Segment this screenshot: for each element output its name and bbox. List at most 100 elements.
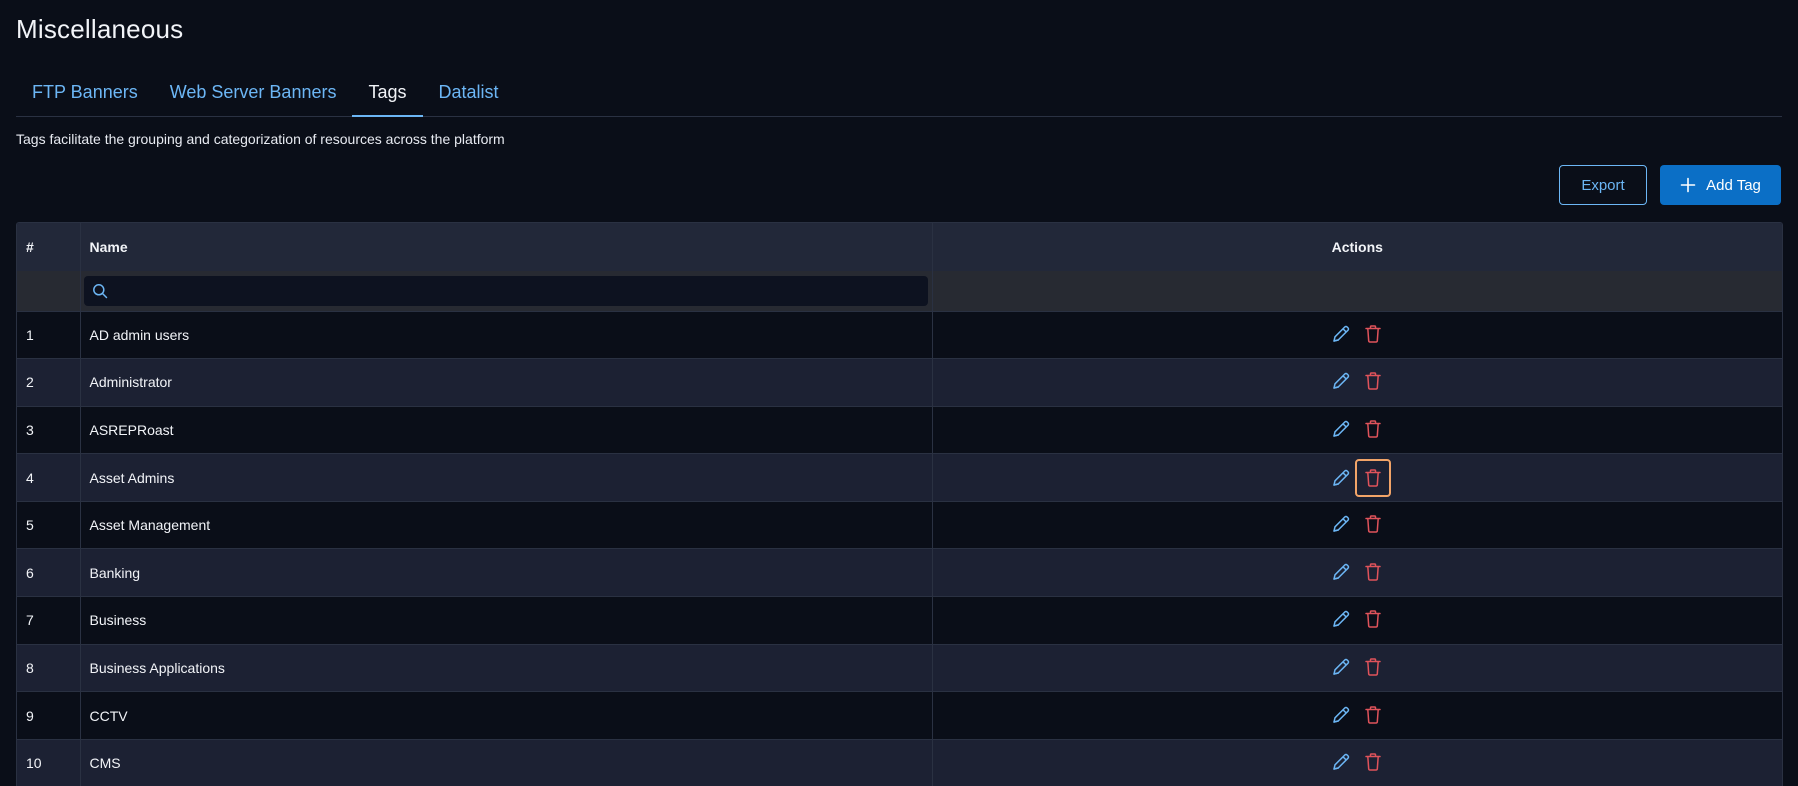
name-search-input[interactable] bbox=[107, 274, 928, 307]
page: Miscellaneous FTP Banners Web Server Ban… bbox=[0, 0, 1798, 786]
row-actions bbox=[932, 596, 1782, 645]
row-number: 9 bbox=[17, 691, 81, 740]
edit-tag-button[interactable] bbox=[1330, 370, 1352, 392]
pencil-icon bbox=[1333, 706, 1350, 723]
row-actions bbox=[932, 548, 1782, 597]
delete-tag-button[interactable] bbox=[1362, 656, 1384, 678]
trash-icon bbox=[1365, 420, 1381, 438]
column-header-number: # bbox=[17, 223, 81, 271]
table-row[interactable]: 6 Banking bbox=[17, 548, 1782, 597]
table-header-row: # Name Actions bbox=[17, 223, 1782, 271]
plus-icon bbox=[1680, 177, 1696, 193]
row-name: Business Applications bbox=[80, 643, 933, 692]
row-number: 5 bbox=[17, 500, 81, 549]
column-header-actions: Actions bbox=[1331, 239, 1383, 255]
delete-tag-button[interactable] bbox=[1362, 370, 1384, 392]
trash-icon bbox=[1365, 753, 1381, 772]
delete-tag-button[interactable] bbox=[1362, 751, 1384, 773]
table-row[interactable]: 1 AD admin users bbox=[17, 310, 1782, 359]
export-button-label: Export bbox=[1581, 176, 1625, 194]
row-actions-group bbox=[1330, 323, 1384, 345]
edit-tag-button[interactable] bbox=[1330, 751, 1352, 773]
delete-tag-button[interactable] bbox=[1362, 513, 1384, 535]
row-actions bbox=[932, 738, 1782, 786]
table-row[interactable]: 8 Business Applications bbox=[17, 643, 1782, 692]
filter-cell-number bbox=[17, 271, 81, 311]
column-header-name[interactable]: Name bbox=[80, 223, 933, 271]
table-filter-row bbox=[17, 271, 1782, 311]
row-number: 3 bbox=[17, 405, 81, 454]
trash-icon bbox=[1365, 325, 1381, 343]
pencil-icon bbox=[1333, 611, 1350, 628]
page-description: Tags facilitate the grouping and categor… bbox=[16, 131, 505, 147]
table-row[interactable]: 10 CMS bbox=[17, 738, 1782, 786]
trash-icon bbox=[1365, 658, 1381, 676]
add-tag-button[interactable]: Add Tag bbox=[1660, 165, 1781, 205]
row-number: 8 bbox=[17, 643, 81, 692]
edit-tag-button[interactable] bbox=[1330, 704, 1352, 726]
row-name: Administrator bbox=[80, 358, 933, 407]
row-name: Banking bbox=[80, 548, 933, 597]
row-name: Business bbox=[80, 596, 933, 645]
delete-tag-button[interactable] bbox=[1362, 704, 1384, 726]
delete-tag-button[interactable] bbox=[1362, 323, 1384, 345]
row-actions-group bbox=[1330, 704, 1384, 726]
row-name: Asset Management bbox=[80, 500, 933, 549]
table-row[interactable]: 5 Asset Management bbox=[17, 500, 1782, 549]
trash-icon bbox=[1365, 563, 1381, 581]
row-name: CMS bbox=[80, 738, 933, 786]
filter-cell-actions bbox=[932, 271, 1782, 311]
pencil-icon bbox=[1333, 563, 1350, 580]
row-actions-group bbox=[1330, 458, 1392, 497]
delete-tag-button[interactable] bbox=[1362, 561, 1384, 583]
row-actions-group bbox=[1330, 561, 1384, 583]
tab-tags[interactable]: Tags bbox=[352, 72, 423, 117]
edit-tag-button[interactable] bbox=[1330, 513, 1352, 535]
row-actions bbox=[932, 691, 1782, 740]
trash-icon bbox=[1365, 515, 1381, 533]
edit-tag-button[interactable] bbox=[1330, 656, 1352, 678]
row-actions-group bbox=[1330, 418, 1384, 440]
table-row[interactable]: 4 Asset Admins bbox=[17, 453, 1782, 502]
row-actions bbox=[932, 500, 1782, 549]
row-actions bbox=[932, 453, 1782, 502]
delete-tag-button[interactable] bbox=[1362, 418, 1384, 440]
row-name: CCTV bbox=[80, 691, 933, 740]
edit-tag-button[interactable] bbox=[1330, 608, 1352, 630]
tab-ftp-banners[interactable]: FTP Banners bbox=[16, 72, 154, 116]
pencil-icon bbox=[1333, 373, 1350, 390]
row-number: 1 bbox=[17, 310, 81, 359]
edit-tag-button[interactable] bbox=[1330, 467, 1352, 489]
table-row[interactable]: 3 ASREPRoast bbox=[17, 405, 1782, 454]
row-actions-group bbox=[1330, 370, 1384, 392]
tab-datalist[interactable]: Datalist bbox=[423, 72, 515, 116]
row-actions-group bbox=[1330, 608, 1384, 630]
table-body: 1 AD admin users 2 Administrator 3 ASREPRoast… bbox=[17, 310, 1782, 786]
trash-icon bbox=[1365, 610, 1381, 629]
name-search-box bbox=[83, 274, 928, 307]
export-button[interactable]: Export bbox=[1559, 165, 1647, 205]
filter-cell-name bbox=[80, 271, 933, 311]
row-actions bbox=[932, 405, 1782, 454]
table-row[interactable]: 9 CCTV bbox=[17, 691, 1782, 740]
edit-tag-button[interactable] bbox=[1330, 418, 1352, 440]
delete-tag-button[interactable] bbox=[1355, 458, 1392, 497]
row-number: 6 bbox=[17, 548, 81, 597]
trash-icon bbox=[1365, 468, 1381, 487]
row-name: ASREPRoast bbox=[80, 405, 933, 454]
edit-tag-button[interactable] bbox=[1330, 323, 1352, 345]
edit-tag-button[interactable] bbox=[1330, 561, 1352, 583]
table-row[interactable]: 7 Business bbox=[17, 596, 1782, 645]
row-name: Asset Admins bbox=[80, 453, 933, 502]
row-actions bbox=[932, 310, 1782, 359]
row-number: 4 bbox=[17, 453, 81, 502]
table-row[interactable]: 2 Administrator bbox=[17, 358, 1782, 407]
page-title: Miscellaneous bbox=[16, 14, 184, 44]
pencil-icon bbox=[1333, 469, 1350, 486]
delete-tag-button[interactable] bbox=[1362, 608, 1384, 630]
pencil-icon bbox=[1333, 325, 1350, 342]
trash-icon bbox=[1365, 705, 1381, 724]
tab-web-server-banners[interactable]: Web Server Banners bbox=[154, 72, 353, 116]
row-actions-group bbox=[1330, 513, 1384, 535]
pencil-icon bbox=[1333, 658, 1350, 675]
